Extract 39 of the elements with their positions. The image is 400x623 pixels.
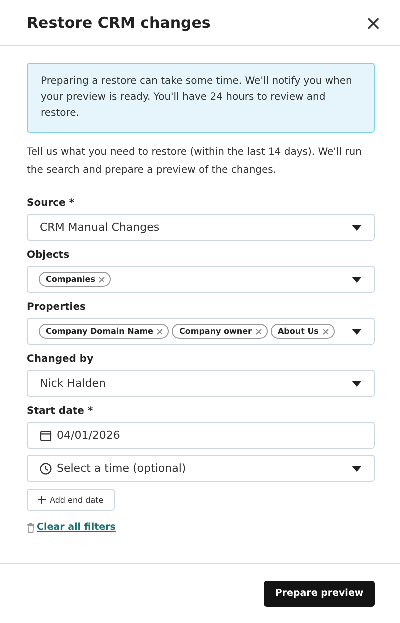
close-icon [256,328,262,334]
tag-chip[interactable]: Company owner [172,324,268,339]
intro-text: Tell us what you need to restore (within the last 14 days). We'll run the search and prepare a preview of the changes. [27,146,363,178]
placeholder-text: Select a time (optional) [57,462,186,475]
dropdown-field[interactable]: Nick Halden [27,370,375,397]
caret-icon [352,328,362,334]
plus-icon [38,496,46,504]
field-label: Properties [27,302,87,313]
close-icon [322,328,329,334]
multiselect-field[interactable]: Company Domain Name Company owner About Us [27,318,375,345]
calendar-icon [40,430,52,442]
field-label: Start date * [27,406,94,417]
time-dropdown[interactable]: Select a time (optional) [27,455,375,482]
close-icon [99,276,106,282]
field-value: Nick Halden [40,377,106,390]
caret-icon [352,276,362,282]
tag-chip[interactable]: Companies [39,272,112,287]
clear-filters-link[interactable]: Clear all filters [37,522,116,533]
field-label: Source * [27,198,76,209]
tag-chip[interactable]: About Us [270,324,335,339]
clock-icon [40,462,52,474]
trash-icon [27,522,35,532]
field-label: Changed by [27,354,95,365]
close-icon [157,328,164,334]
caret-icon [352,466,362,472]
field-label: Objects [27,250,71,261]
dialog-title: Restore CRM changes [27,14,211,32]
caret-icon [352,224,362,230]
info-notice: Preparing a restore can take some time. We'll notify you when your preview is ready. You'll have 24 hours to review and restore. [27,63,375,133]
date-field[interactable]: 04/01/2026 [27,422,375,449]
field-value: CRM Manual Changes [40,221,160,234]
caret-icon [352,380,362,386]
tag-chip[interactable]: Company Domain Name [39,324,170,339]
close-button[interactable]: × [361,10,386,34]
dropdown-field[interactable]: CRM Manual Changes [27,214,375,241]
add-end-date-button[interactable]: Add end date [27,489,115,511]
multiselect-field[interactable]: Companies [27,266,375,293]
field-value: 04/01/2026 [57,429,120,442]
prepare-preview-button[interactable]: Prepare preview [264,580,375,606]
